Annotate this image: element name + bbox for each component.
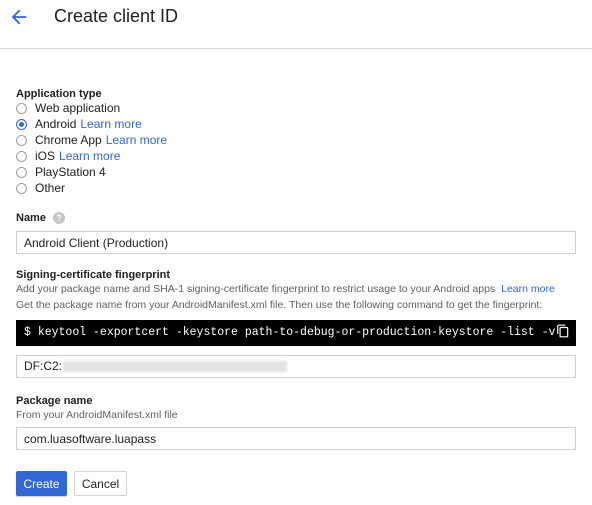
create-button[interactable]: Create bbox=[16, 471, 67, 496]
fingerprint-value: DF:C2: bbox=[24, 359, 288, 373]
package-name-description: From your AndroidManifest.xml file bbox=[16, 409, 178, 421]
radio-button[interactable] bbox=[16, 102, 27, 114]
radio-chrome-app[interactable]: Chrome App Learn more bbox=[16, 132, 167, 148]
radio-label: Other bbox=[35, 181, 66, 195]
radio-button[interactable] bbox=[16, 150, 27, 162]
fingerprint-visible-prefix: DF:C2: bbox=[24, 359, 63, 373]
learn-more-link[interactable]: Learn more bbox=[80, 117, 141, 131]
package-name-label: Package name bbox=[16, 395, 93, 407]
radio-label: iOS bbox=[35, 149, 56, 163]
fingerprint-description-text: Add your package name and SHA-1 signing-… bbox=[16, 283, 496, 295]
radio-label: Android bbox=[35, 117, 77, 131]
fingerprint-redacted bbox=[63, 360, 288, 372]
copy-icon[interactable] bbox=[556, 324, 570, 338]
command-box: $ keytool -exportcert -keystore path-to-… bbox=[16, 320, 576, 346]
help-icon[interactable]: ? bbox=[53, 212, 65, 224]
name-label: Name bbox=[16, 212, 46, 224]
package-name-input[interactable] bbox=[16, 427, 576, 450]
page-title: Create client ID bbox=[54, 6, 179, 26]
page-header: Create client ID bbox=[0, 0, 592, 49]
learn-more-link[interactable]: Learn more bbox=[59, 149, 120, 163]
radio-android[interactable]: Android Learn more bbox=[16, 116, 142, 132]
learn-more-link[interactable]: Learn more bbox=[501, 283, 555, 295]
radio-other[interactable]: Other bbox=[16, 180, 65, 196]
radio-button[interactable] bbox=[16, 166, 27, 178]
radio-web-application[interactable]: Web application bbox=[16, 100, 120, 116]
radio-button-checked[interactable] bbox=[16, 118, 27, 130]
cancel-button[interactable]: Cancel bbox=[74, 471, 127, 496]
radio-label: Web application bbox=[35, 101, 121, 115]
radio-button[interactable] bbox=[16, 182, 27, 194]
name-input[interactable] bbox=[16, 231, 576, 254]
learn-more-link[interactable]: Learn more bbox=[106, 133, 167, 147]
fingerprint-description: Add your package name and SHA-1 signing-… bbox=[16, 283, 555, 295]
arrow-back-icon[interactable] bbox=[8, 6, 30, 28]
application-type-label: Application type bbox=[16, 88, 102, 100]
radio-ios[interactable]: iOS Learn more bbox=[16, 148, 120, 164]
radio-label: PlayStation 4 bbox=[35, 165, 106, 179]
fingerprint-label: Signing-certificate fingerprint bbox=[16, 269, 171, 281]
radio-button[interactable] bbox=[16, 134, 27, 146]
fingerprint-instructions: Get the package name from your AndroidMa… bbox=[16, 299, 543, 311]
radio-label: Chrome App bbox=[35, 133, 102, 147]
radio-playstation-4[interactable]: PlayStation 4 bbox=[16, 164, 106, 180]
command-prompt: $ bbox=[24, 326, 31, 339]
command-text: keytool -exportcert -keystore path-to-de… bbox=[37, 326, 556, 339]
